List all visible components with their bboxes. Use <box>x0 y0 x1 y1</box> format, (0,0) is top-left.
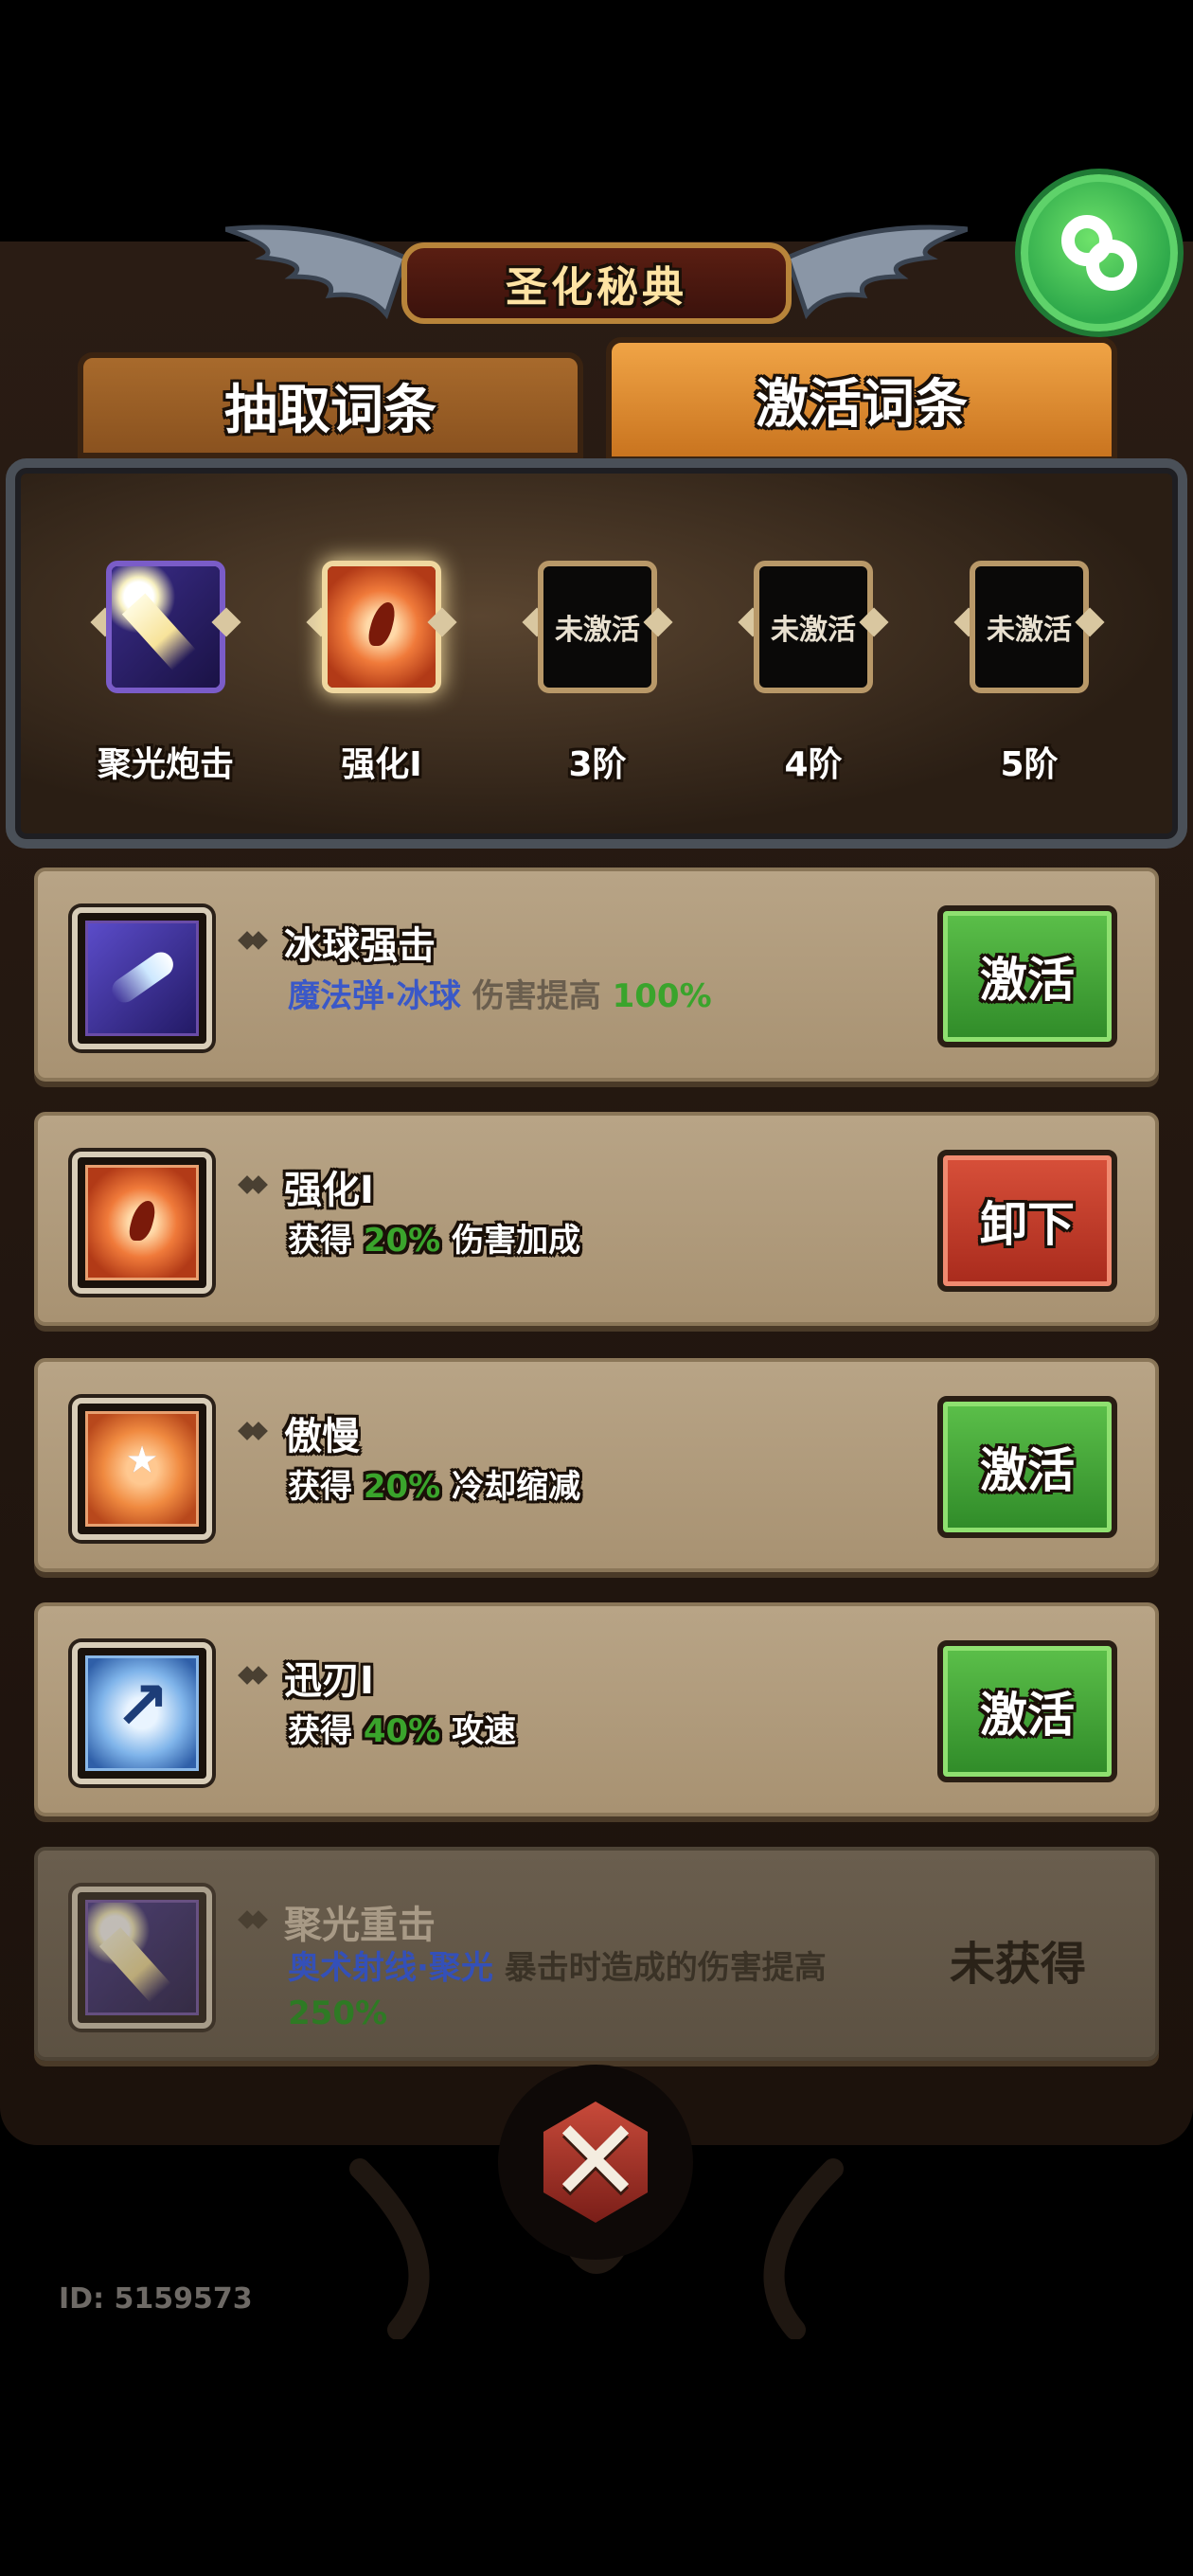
entry-icon-frame <box>72 1887 212 2029</box>
entry-description: 奥术射线·聚光 暴击时造成的伤害提高 250% <box>288 1949 827 2032</box>
activate-button[interactable]: 激活 <box>937 905 1117 1047</box>
entry-card: 强化I 获得 20% 伤害加成 卸下 <box>34 1112 1159 1326</box>
blue-arrow-icon <box>88 1658 196 1768</box>
link-icon <box>1061 215 1137 291</box>
star-shield-icon <box>88 1414 196 1524</box>
title-plate: 圣化秘典 <box>401 242 792 324</box>
slot-label: 5阶 <box>1000 745 1059 784</box>
close-icon: ✕ <box>547 2096 644 2227</box>
equipped-slot-1[interactable] <box>85 549 246 710</box>
slot-label: 4阶 <box>784 745 843 784</box>
unequip-button[interactable]: 卸下 <box>937 1150 1117 1292</box>
slot-empty-text: 未激活 <box>771 614 856 647</box>
title-wing-right <box>788 224 968 320</box>
diamond-bullet-icon <box>240 1172 265 1197</box>
entry-icon-frame <box>72 1398 212 1540</box>
diamond-bullet-icon <box>240 1907 265 1932</box>
entry-description: 魔法弹·冰球 伤害提高 100% <box>288 977 712 1015</box>
close-hex-frame: ✕ <box>543 2096 649 2227</box>
entry-name: 傲慢 <box>284 1415 360 1458</box>
fire-burst-icon <box>328 566 436 688</box>
slot-label: 3阶 <box>568 745 627 784</box>
diamond-bullet-icon <box>240 928 265 953</box>
share-button[interactable] <box>1021 174 1178 331</box>
slot-label: 聚光炮击 <box>97 745 234 784</box>
entry-card: 傲慢 获得 20% 冷却缩减 激活 <box>34 1358 1159 1572</box>
equipped-slot-2[interactable] <box>301 549 462 710</box>
entry-name: 强化I <box>284 1169 374 1212</box>
entry-card-locked: 聚光重击 奥术射线·聚光 暴击时造成的伤害提高 250% 未获得 <box>34 1847 1159 2061</box>
entry-icon-frame <box>72 1152 212 1294</box>
slot-empty-text: 未激活 <box>987 614 1072 647</box>
entry-icon-frame <box>72 907 212 1049</box>
entry-name: 冰球强击 <box>284 924 436 968</box>
entry-card: 迅刃I 获得 40% 攻速 激活 <box>34 1602 1159 1816</box>
activate-button[interactable]: 激活 <box>937 1396 1117 1538</box>
tab-draw-entries[interactable]: 抽取词条 <box>78 352 583 458</box>
diamond-bullet-icon <box>240 1419 265 1443</box>
not-obtained-status: 未获得 <box>949 1938 1086 1991</box>
entry-name: 聚光重击 <box>284 1904 436 1947</box>
ice-comet-icon <box>88 923 196 1033</box>
entry-name: 迅刃I <box>284 1659 374 1703</box>
entry-icon-frame <box>72 1642 212 1784</box>
light-beam-icon <box>88 1903 196 2012</box>
title-wing-left <box>225 224 405 320</box>
entry-description: 获得 20% 伤害加成 <box>288 1222 581 1260</box>
equipped-slot-5[interactable]: 未激活 <box>949 549 1110 710</box>
slot-empty-text: 未激活 <box>555 614 640 647</box>
entry-description: 获得 20% 冷却缩减 <box>288 1468 581 1506</box>
user-id: ID: 5159573 <box>59 2282 253 2316</box>
fire-burst-icon <box>88 1168 196 1278</box>
entry-description: 获得 40% 攻速 <box>288 1712 517 1750</box>
close-button[interactable]: ✕ <box>498 2065 693 2260</box>
entry-card: 冰球强击 魔法弹·冰球 伤害提高 100% 激活 <box>34 868 1159 1082</box>
equipped-slot-4[interactable]: 未激活 <box>733 549 894 710</box>
equipped-slot-3[interactable]: 未激活 <box>517 549 678 710</box>
page-title: 圣化秘典 <box>506 263 687 312</box>
tab-activate-entries[interactable]: 激活词条 <box>606 337 1117 462</box>
light-beam-icon <box>112 566 220 688</box>
diamond-bullet-icon <box>240 1663 265 1688</box>
activate-button[interactable]: 激活 <box>937 1640 1117 1782</box>
slot-label: 强化I <box>341 745 422 784</box>
